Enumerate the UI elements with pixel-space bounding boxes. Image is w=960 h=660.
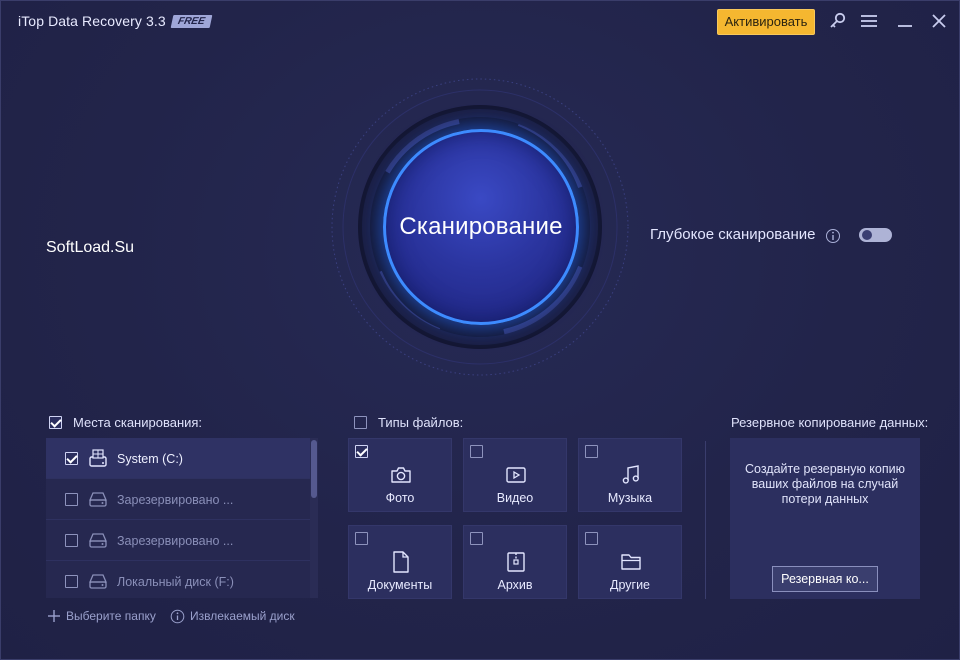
video-icon [504, 463, 528, 487]
app-window: iTop Data Recovery 3.3 FREE Активировать [0, 0, 960, 660]
list-item[interactable]: Локальный диск (F:) [46, 561, 310, 598]
tile-label: Документы [367, 578, 433, 592]
scan-places-checkbox[interactable] [49, 416, 62, 429]
tile-label: Другие [609, 578, 651, 592]
toggle-knob [862, 230, 872, 240]
place-label: Зарезервировано ... [117, 534, 234, 548]
deep-scan-label: Глубокое сканирование [650, 226, 816, 243]
removable-disk-link[interactable]: Извлекаемый диск [170, 609, 295, 624]
scan-button[interactable]: Сканирование [383, 129, 579, 325]
document-icon [389, 550, 413, 574]
plus-icon [48, 610, 60, 622]
place-checkbox[interactable] [65, 493, 78, 506]
drive-icon [88, 489, 108, 509]
file-type-tile-other[interactable]: Другие [578, 525, 682, 599]
backup-panel: Создайте резервную копию ваших файлов на… [730, 438, 920, 599]
backup-button[interactable]: Резервная ко... [772, 566, 878, 592]
list-item[interactable]: Зарезервировано ... [46, 520, 310, 561]
tile-label: Архив [497, 578, 533, 592]
title-bar: iTop Data Recovery 3.3 FREE Активировать [1, 1, 960, 41]
info-icon [170, 609, 185, 624]
drive-icon [88, 530, 108, 550]
deep-scan-toggle[interactable] [859, 228, 892, 242]
choose-folder-label: Выберите папку [66, 609, 156, 623]
windows-drive-icon [88, 448, 108, 468]
removable-disk-label: Извлекаемый диск [190, 609, 295, 623]
file-types-checkbox[interactable] [354, 416, 367, 429]
scan-area: Сканирование [319, 77, 641, 385]
tile-checkbox[interactable] [355, 445, 368, 458]
place-checkbox[interactable] [65, 534, 78, 547]
close-icon[interactable] [928, 9, 950, 33]
tile-label: Фото [385, 491, 415, 505]
file-type-tile-archive[interactable]: Архив [463, 525, 567, 599]
file-type-tile-music[interactable]: Музыка [578, 438, 682, 512]
choose-folder-link[interactable]: Выберите папку [47, 609, 156, 623]
section-divider [705, 441, 706, 599]
scan-places-list: System (C:) Зарезервировано ... Зарезерв… [46, 438, 318, 598]
scrollbar-thumb[interactable] [311, 440, 317, 498]
drive-icon [88, 571, 108, 591]
file-types-header: Типы файлов: [378, 415, 464, 430]
tile-label: Видео [496, 491, 534, 505]
tile-checkbox[interactable] [585, 532, 598, 545]
key-icon[interactable] [827, 9, 849, 33]
place-label: Локальный диск (F:) [117, 575, 234, 589]
music-icon [619, 463, 643, 487]
tile-checkbox[interactable] [470, 532, 483, 545]
scan-button-label: Сканирование [399, 213, 563, 240]
camera-icon [389, 463, 413, 487]
file-type-tile-photo[interactable]: Фото [348, 438, 452, 512]
tile-label: Музыка [607, 491, 653, 505]
folder-icon [619, 550, 643, 574]
list-item[interactable]: System (C:) [46, 438, 310, 479]
scan-places-header: Места сканирования: [73, 415, 203, 430]
place-checkbox[interactable] [65, 452, 78, 465]
backup-header: Резервное копирование данных: [731, 415, 929, 430]
place-label: System (C:) [117, 452, 183, 466]
minimize-icon[interactable] [894, 9, 916, 33]
scan-places-scrollbar[interactable] [310, 438, 318, 598]
tile-checkbox[interactable] [585, 445, 598, 458]
archive-icon [504, 550, 528, 574]
tile-checkbox[interactable] [470, 445, 483, 458]
free-badge: FREE [170, 15, 213, 28]
place-checkbox[interactable] [65, 575, 78, 588]
menu-icon[interactable] [858, 9, 880, 33]
list-item[interactable]: Зарезервировано ... [46, 479, 310, 520]
file-type-tile-documents[interactable]: Документы [348, 525, 452, 599]
place-label: Зарезервировано ... [117, 493, 234, 507]
file-type-tile-video[interactable]: Видео [463, 438, 567, 512]
backup-description: Создайте резервную копию ваших файлов на… [745, 462, 905, 506]
info-icon[interactable] [825, 228, 841, 244]
watermark-text: SoftLoad.Su [46, 239, 135, 256]
app-title: iTop Data Recovery 3.3 [18, 13, 166, 29]
tile-checkbox[interactable] [355, 532, 368, 545]
activate-button[interactable]: Активировать [717, 9, 815, 35]
